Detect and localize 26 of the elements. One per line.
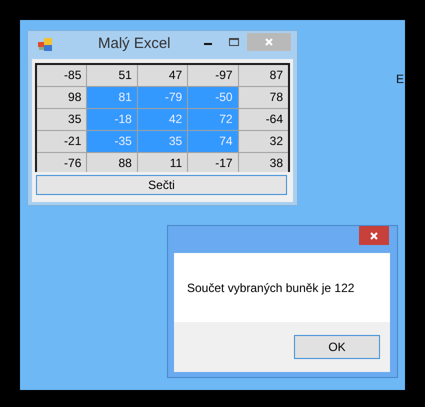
grid-cell[interactable]: 32 [238, 131, 288, 152]
grid-cell[interactable]: 11 [138, 153, 188, 172]
grid-cell[interactable]: -64 [238, 109, 288, 130]
grid-cell[interactable]: 51 [87, 65, 137, 86]
dialog-message: Součet vybraných buněk je 122 [187, 280, 354, 296]
grid-cell[interactable]: 35 [37, 109, 86, 130]
grid-cell[interactable]: 78 [238, 87, 288, 108]
close-icon [369, 230, 379, 240]
desktop-label: E [396, 72, 404, 86]
grid-cell[interactable]: -17 [188, 153, 238, 172]
grid-cell[interactable]: -85 [37, 65, 86, 86]
maximize-icon [228, 37, 240, 47]
grid-cell[interactable]: 38 [238, 153, 288, 172]
grid-cell[interactable]: 88 [87, 153, 137, 172]
grid-cell[interactable]: 47 [138, 65, 188, 86]
grid-cell[interactable]: -97 [188, 65, 238, 86]
grid-cell[interactable]: -76 [37, 153, 86, 172]
grid-cell[interactable]: 98 [37, 87, 86, 108]
close-icon [264, 37, 274, 47]
grid-cell[interactable]: 87 [238, 65, 288, 86]
app-icon [38, 38, 52, 50]
ok-button[interactable]: OK [294, 335, 380, 359]
close-button[interactable] [359, 226, 389, 245]
sum-button[interactable]: Sečti [36, 175, 287, 195]
grid-cell[interactable]: -21 [37, 131, 86, 152]
window-title: Malý Excel [98, 34, 171, 54]
